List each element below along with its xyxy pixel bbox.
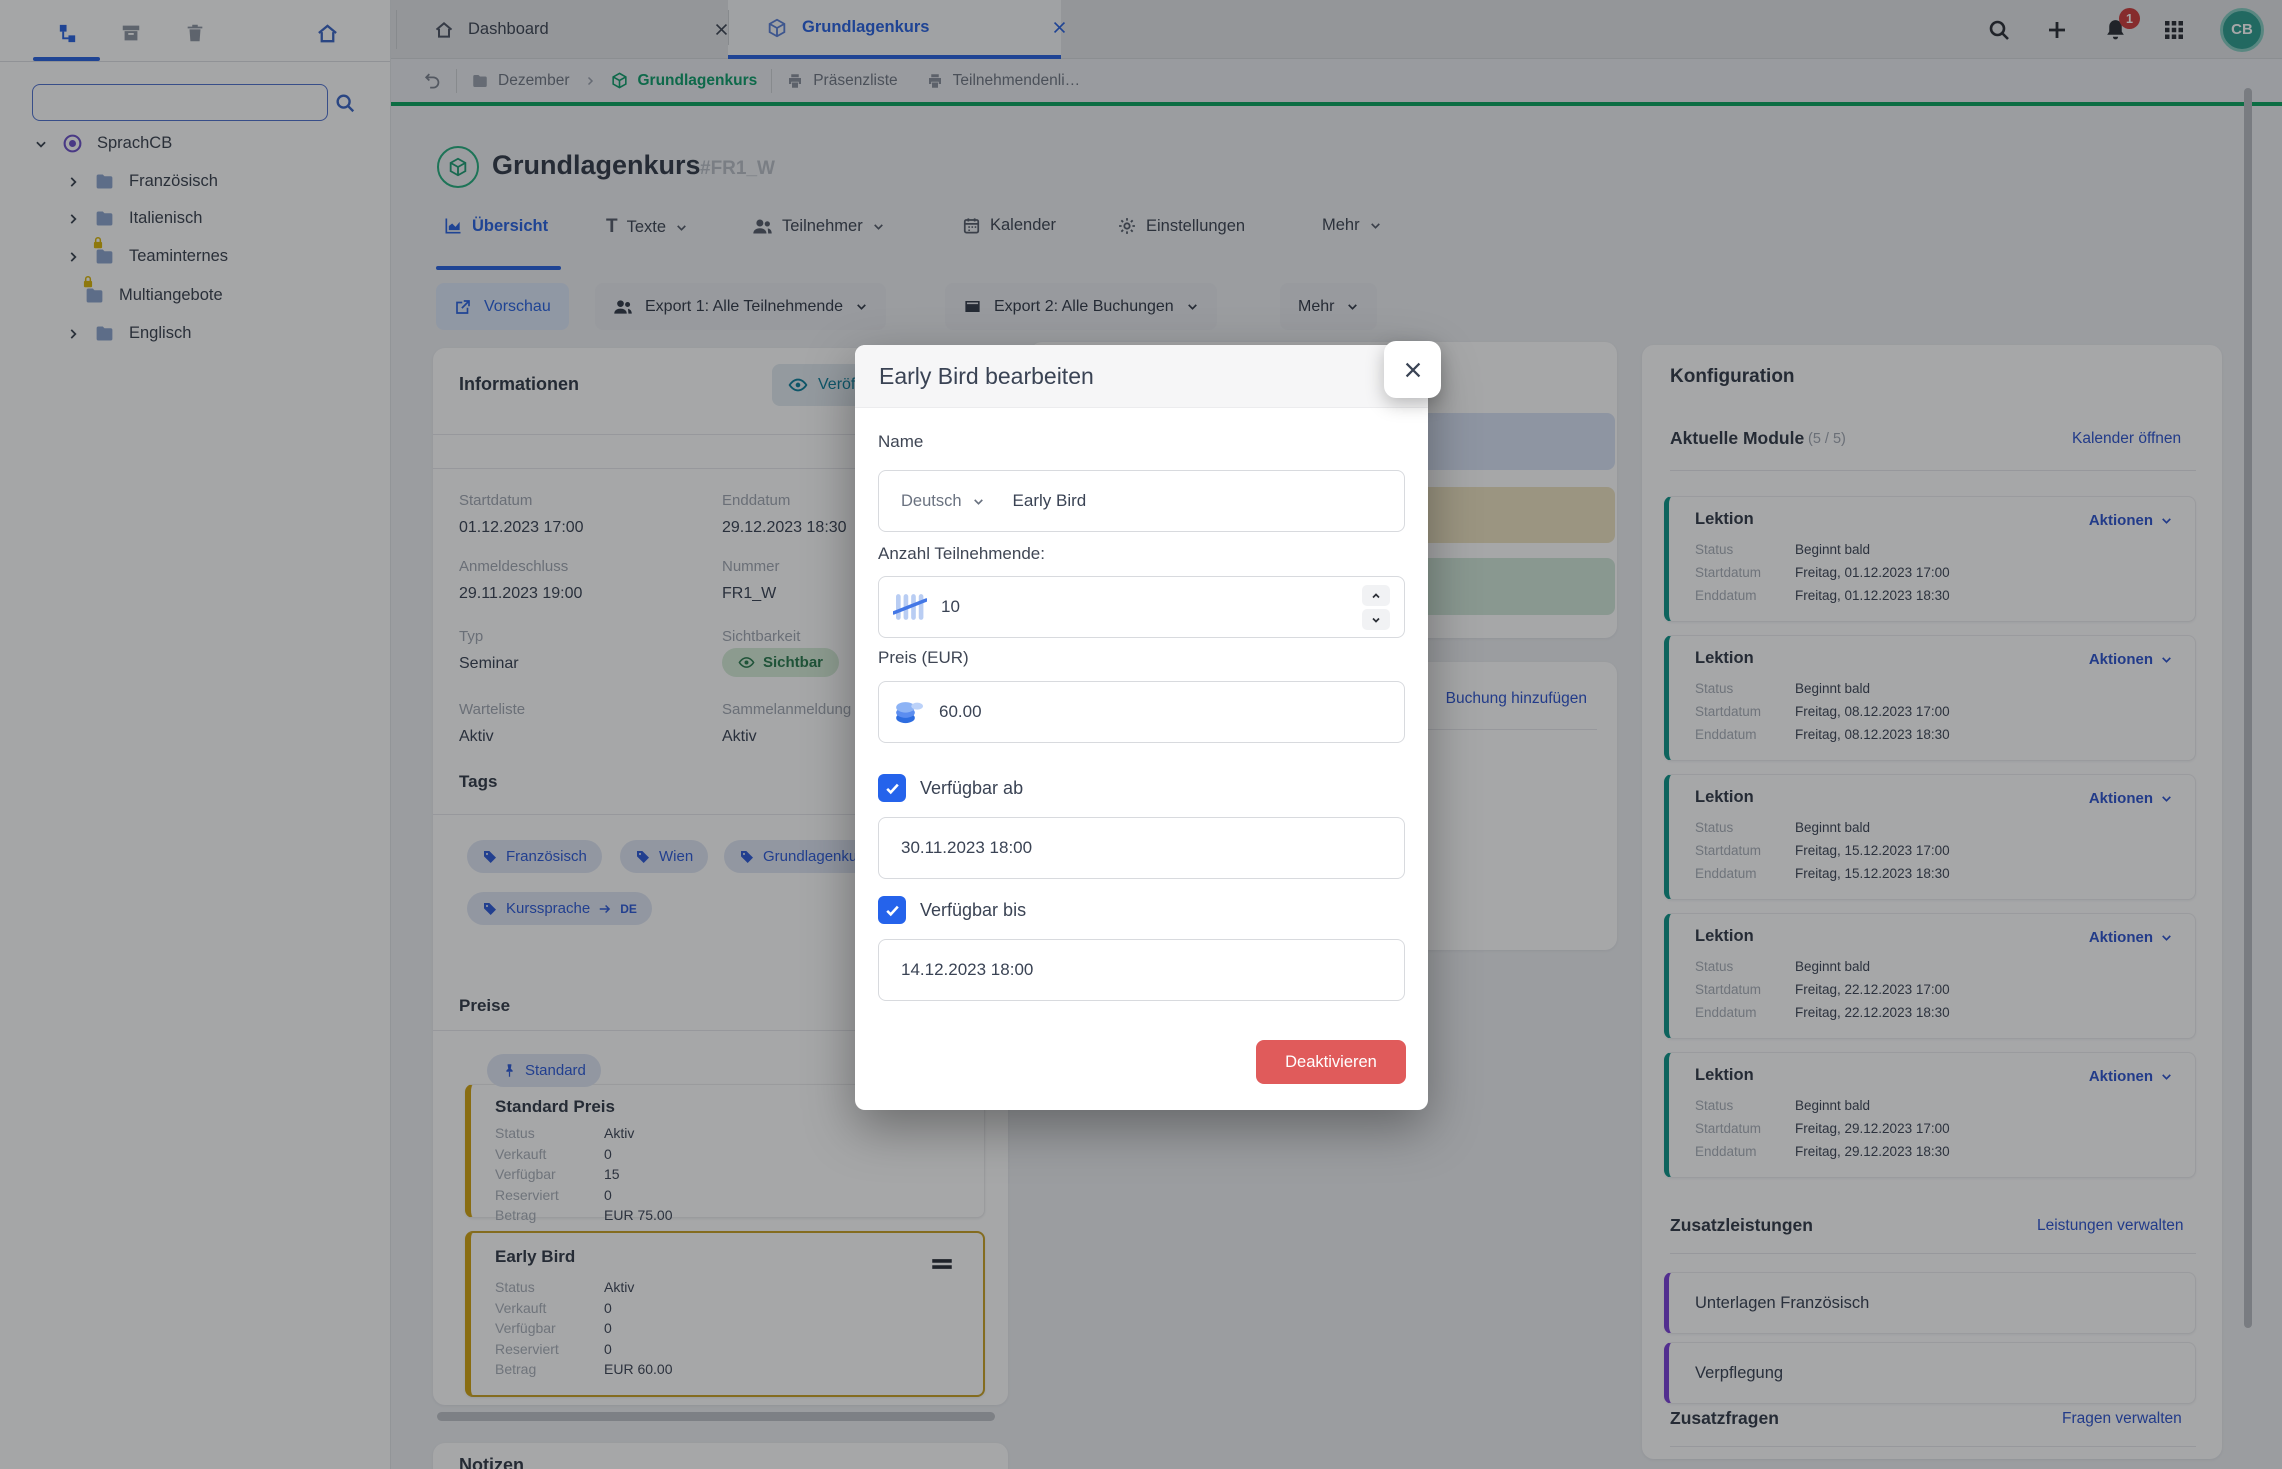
count-input[interactable]: 10 xyxy=(878,576,1405,638)
language-select[interactable]: Deutsch xyxy=(901,492,962,511)
name-value[interactable]: Early Bird xyxy=(1013,491,1087,511)
caret-up-icon xyxy=(1370,590,1382,602)
from-label: Verfügbar ab xyxy=(920,778,1023,799)
to-date-input[interactable]: 14.12.2023 18:00 xyxy=(878,939,1405,1001)
check-icon xyxy=(884,902,901,919)
modal-close-button[interactable] xyxy=(1384,341,1441,398)
stepper-down-button[interactable] xyxy=(1362,609,1390,630)
close-icon xyxy=(1402,359,1424,381)
name-input[interactable]: Deutsch Early Bird xyxy=(878,470,1405,532)
price-value[interactable]: 60.00 xyxy=(939,702,982,722)
app-window: SprachCB Französisch Italienisch Teamint… xyxy=(0,0,2282,1469)
stepper-up-button[interactable] xyxy=(1362,585,1390,606)
to-checkbox[interactable] xyxy=(878,896,906,924)
tally-icon xyxy=(893,593,927,621)
modal-header: Early Bird bearbeiten xyxy=(855,345,1428,408)
from-checkbox[interactable] xyxy=(878,774,906,802)
check-icon xyxy=(884,780,901,797)
from-date-input[interactable]: 30.11.2023 18:00 xyxy=(878,817,1405,879)
from-date-value[interactable]: 30.11.2023 18:00 xyxy=(901,838,1032,858)
price-input[interactable]: 60.00 xyxy=(878,681,1405,743)
coins-icon xyxy=(893,698,925,726)
count-label: Anzahl Teilnehmende: xyxy=(878,544,1045,564)
deaktivieren-button[interactable]: Deaktivieren xyxy=(1256,1040,1406,1084)
name-label: Name xyxy=(878,432,923,452)
chevron-down-icon[interactable] xyxy=(972,495,985,508)
caret-down-icon xyxy=(1370,614,1382,626)
to-label: Verfügbar bis xyxy=(920,900,1026,921)
count-value[interactable]: 10 xyxy=(941,597,960,617)
modal-title: Early Bird bearbeiten xyxy=(879,363,1094,390)
price-label: Preis (EUR) xyxy=(878,648,969,668)
to-date-value[interactable]: 14.12.2023 18:00 xyxy=(901,960,1033,980)
